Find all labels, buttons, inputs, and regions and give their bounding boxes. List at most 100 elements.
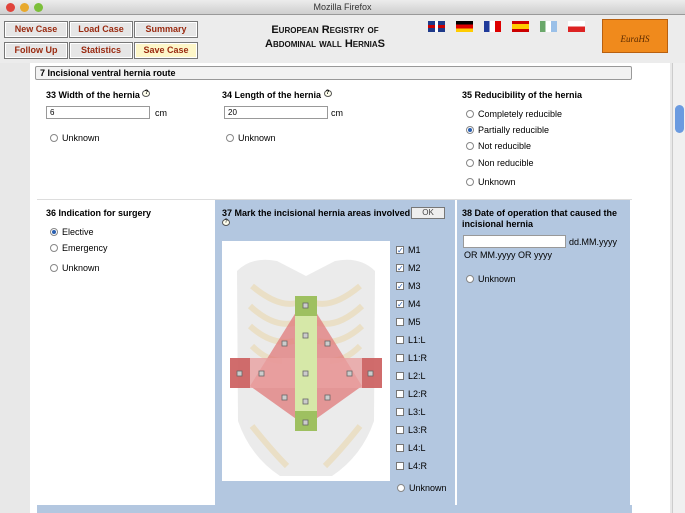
q34-label: 34 Length of the hernia ? <box>222 90 332 100</box>
checkbox-icon <box>396 426 404 434</box>
help-icon[interactable]: ? <box>142 90 151 97</box>
reducibility-option[interactable]: Non reducible <box>466 158 534 168</box>
checkbox-label: L2:L <box>408 371 426 381</box>
indication-option[interactable]: Unknown <box>50 263 100 273</box>
area-checkbox-l4-l[interactable]: L4:L <box>396 443 426 453</box>
option-label: Unknown <box>478 274 516 284</box>
reducibility-option[interactable]: Not reducible <box>466 141 531 151</box>
ok-button[interactable]: OK <box>411 207 445 219</box>
checkbox-label: M2 <box>408 263 421 273</box>
checkbox-icon <box>396 444 404 452</box>
reducibility-option[interactable]: Unknown <box>466 177 516 187</box>
checkbox-checked-icon: ✓ <box>396 246 404 255</box>
reducibility-option[interactable]: Partially reducible <box>466 125 549 135</box>
help-icon[interactable]: ? <box>222 219 230 226</box>
area-checkbox-m4[interactable]: ✓ M4 <box>396 299 421 309</box>
help-icon[interactable]: ? <box>323 90 332 97</box>
q35-label: 35 Reducibility of the hernia <box>462 90 583 100</box>
indication-option[interactable]: Emergency <box>50 243 108 253</box>
checkbox-icon <box>396 336 404 344</box>
statistics-button[interactable]: Statistics <box>69 42 133 59</box>
area-checkbox-l3-l[interactable]: L3:L <box>396 407 426 417</box>
area-checkbox-m1[interactable]: ✓ M1 <box>396 245 421 255</box>
flag-polish-icon[interactable] <box>568 21 585 32</box>
checkbox-label: M5 <box>408 317 421 327</box>
scrollbar-thumb[interactable] <box>675 105 684 133</box>
checkbox-icon <box>396 390 404 398</box>
abdomen-diagram[interactable] <box>222 241 390 481</box>
area-checkbox-l2-l[interactable]: L2:L <box>396 371 426 381</box>
checkbox-icon <box>396 354 404 362</box>
q34-label-text: 34 Length of the hernia <box>222 90 322 100</box>
radio-icon <box>466 159 474 167</box>
width-input[interactable]: 6 <box>46 106 150 119</box>
logo-text: EuraHS <box>620 34 650 44</box>
radio-icon <box>466 275 474 283</box>
date-unknown-radio[interactable]: Unknown <box>466 274 516 284</box>
area-checkbox-l1-l[interactable]: L1:L <box>396 335 426 345</box>
checkbox-label: M1 <box>408 245 421 255</box>
checkbox-label: L4:R <box>408 461 428 471</box>
checkbox-checked-icon: ✓ <box>396 264 404 273</box>
summary-button[interactable]: Summary <box>134 21 198 38</box>
eurahs-logo: EuraHS <box>602 19 668 53</box>
option-label: Unknown <box>409 483 447 493</box>
close-window-button[interactable] <box>6 3 15 12</box>
option-label: Non reducible <box>478 158 534 168</box>
radio-icon <box>466 142 474 150</box>
option-label: Not reducible <box>478 141 532 151</box>
window-title: Mozilla Firefox <box>313 2 372 12</box>
flag-english-icon[interactable] <box>428 21 445 32</box>
q36-label: 36 Indication for surgery <box>46 208 152 218</box>
length-input[interactable]: 20 <box>224 106 328 119</box>
width-unknown-radio[interactable]: Unknown <box>50 133 100 143</box>
checkbox-icon <box>396 408 404 416</box>
radio-icon <box>466 178 474 186</box>
option-label: Emergency <box>62 243 108 253</box>
q37-label: 37 Mark the incisional hernia areas invo… <box>222 208 411 218</box>
option-label: Unknown <box>62 133 100 143</box>
date-alt-format-hint: OR MM.yyyy OR yyyy <box>464 250 552 260</box>
indication-option[interactable]: Elective <box>50 227 94 237</box>
length-unknown-radio[interactable]: Unknown <box>226 133 276 143</box>
follow-up-button[interactable]: Follow Up <box>4 42 68 59</box>
area-checkbox-m2[interactable]: ✓ M2 <box>396 263 421 273</box>
checkbox-icon <box>396 372 404 380</box>
checkbox-checked-icon: ✓ <box>396 282 404 291</box>
length-unit: cm <box>331 108 343 118</box>
q33-label-text: 33 Width of the hernia <box>46 90 140 100</box>
areas-unknown-radio[interactable]: Unknown <box>397 483 447 493</box>
q38-label: 38 Date of operation that caused the inc… <box>462 208 618 229</box>
radio-icon <box>50 244 58 252</box>
width-unit: cm <box>155 108 167 118</box>
minimize-window-button[interactable] <box>20 3 29 12</box>
radio-selected-icon <box>50 228 58 236</box>
operation-date-input[interactable] <box>463 235 566 248</box>
new-case-button[interactable]: New Case <box>4 21 68 38</box>
save-case-button[interactable]: Save Case <box>134 42 198 59</box>
window-titlebar: Mozilla Firefox <box>0 0 685 15</box>
area-checkbox-m3[interactable]: ✓ M3 <box>396 281 421 291</box>
next-row <box>37 505 632 513</box>
area-checkbox-l1-r[interactable]: L1:R <box>396 353 427 363</box>
registry-title: European Registry of Abdominal wall Hern… <box>240 23 410 51</box>
reducibility-option[interactable]: Completely reducible <box>466 109 562 119</box>
area-checkbox-l2-r[interactable]: L2:R <box>396 389 427 399</box>
radio-icon <box>226 134 234 142</box>
flag-french-icon[interactable] <box>484 21 501 32</box>
flag-german-icon[interactable] <box>456 21 473 32</box>
flag-spanish-icon[interactable] <box>512 21 529 32</box>
checkbox-label: L1:L <box>408 335 426 345</box>
zoom-window-button[interactable] <box>34 3 43 12</box>
flag-italian-icon[interactable] <box>540 21 557 32</box>
area-checkbox-m5[interactable]: M5 <box>396 317 421 327</box>
area-checkbox-l4-r[interactable]: L4:R <box>396 461 427 471</box>
area-checkbox-l3-r[interactable]: L3:R <box>396 425 427 435</box>
option-label: Completely reducible <box>478 109 563 119</box>
checkbox-label: M3 <box>408 281 421 291</box>
checkbox-label: M4 <box>408 299 421 309</box>
vertical-scrollbar[interactable] <box>672 63 685 513</box>
app-header: New Case Load Case Summary Follow Up Sta… <box>0 15 685 63</box>
load-case-button[interactable]: Load Case <box>69 21 133 38</box>
radio-icon <box>397 484 405 492</box>
